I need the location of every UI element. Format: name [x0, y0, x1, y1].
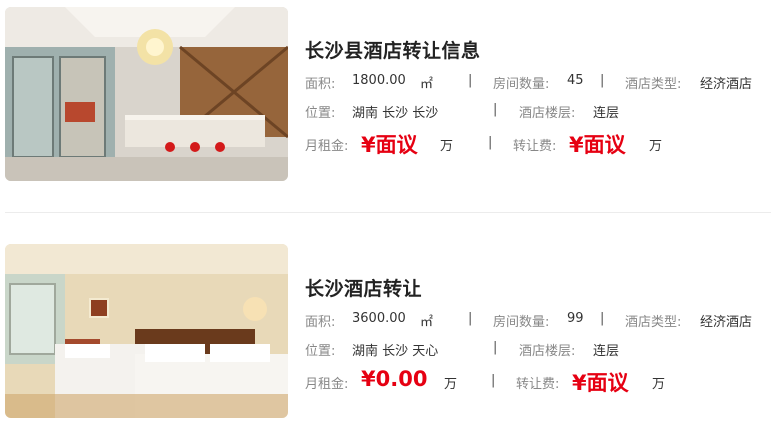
fee-unit: 万	[649, 139, 663, 154]
rent-price: ¥0.00	[361, 367, 428, 391]
location-value: 湖南 长沙 长沙	[352, 106, 439, 121]
listing-title[interactable]: 长沙酒店转让	[305, 274, 422, 301]
rent-label: 月租金:	[305, 139, 349, 154]
separator: |	[468, 311, 473, 326]
separator: |	[600, 311, 605, 326]
rent-unit: 万	[444, 377, 458, 392]
floor-value: 连层	[593, 344, 620, 359]
listing-specs-row: 面积: 1800.00 ㎡ | 房间数量: 45 | 酒店类型: 经济酒店	[305, 73, 771, 93]
separator: |	[600, 73, 605, 88]
area-label: 面积:	[305, 77, 336, 92]
rooms-value: 45	[567, 73, 584, 88]
listing-specs-row: 面积: 3600.00 ㎡ | 房间数量: 99 | 酒店类型: 经济酒店	[305, 311, 771, 331]
rent-label: 月租金:	[305, 377, 349, 392]
location-label: 位置:	[305, 106, 336, 121]
area-unit: ㎡	[420, 315, 434, 330]
floor-value: 连层	[593, 106, 620, 121]
area-value: 3600.00	[352, 311, 406, 326]
rent-price: ¥面议	[361, 133, 418, 157]
hotel-room-photo[interactable]	[5, 244, 288, 418]
area-label: 面积:	[305, 315, 336, 330]
type-label: 酒店类型:	[625, 315, 682, 330]
rooms-value: 99	[567, 311, 584, 326]
separator: |	[488, 135, 493, 150]
listing-location-row: 位置: 湖南 长沙 长沙 | 酒店楼层: 连层	[305, 102, 771, 122]
area-value: 1800.00	[352, 73, 406, 88]
listing-title[interactable]: 长沙县酒店转让信息	[305, 36, 481, 63]
rooms-label: 房间数量:	[493, 77, 550, 92]
fee-price: ¥面议	[569, 133, 626, 157]
separator: |	[468, 73, 473, 88]
listing-price-row: 月租金: ¥0.00 万 | 转让费: ¥面议 万	[305, 367, 771, 395]
area-unit: ㎡	[420, 77, 434, 92]
type-label: 酒店类型:	[625, 77, 682, 92]
listing-divider	[5, 212, 771, 213]
hotel-lobby-image	[5, 7, 288, 181]
location-value: 湖南 长沙 天心	[352, 344, 439, 359]
type-value: 经济酒店	[700, 315, 753, 330]
location-label: 位置:	[305, 344, 336, 359]
separator: |	[493, 340, 498, 355]
hotel-room-image	[5, 244, 288, 418]
separator: |	[493, 102, 498, 117]
rent-unit: 万	[440, 139, 454, 154]
listing-price-row: 月租金: ¥面议 万 | 转让费: ¥面议 万	[305, 133, 771, 157]
fee-unit: 万	[652, 377, 666, 392]
fee-label: 转让费:	[513, 139, 557, 154]
floor-label: 酒店楼层:	[519, 344, 576, 359]
fee-label: 转让费:	[516, 377, 560, 392]
type-value: 经济酒店	[700, 77, 753, 92]
fee-price: ¥面议	[572, 371, 629, 395]
rooms-label: 房间数量:	[493, 315, 550, 330]
separator: |	[491, 373, 496, 388]
floor-label: 酒店楼层:	[519, 106, 576, 121]
hotel-lobby-photo[interactable]	[5, 7, 288, 181]
listing-location-row: 位置: 湖南 长沙 天心 | 酒店楼层: 连层	[305, 340, 771, 360]
